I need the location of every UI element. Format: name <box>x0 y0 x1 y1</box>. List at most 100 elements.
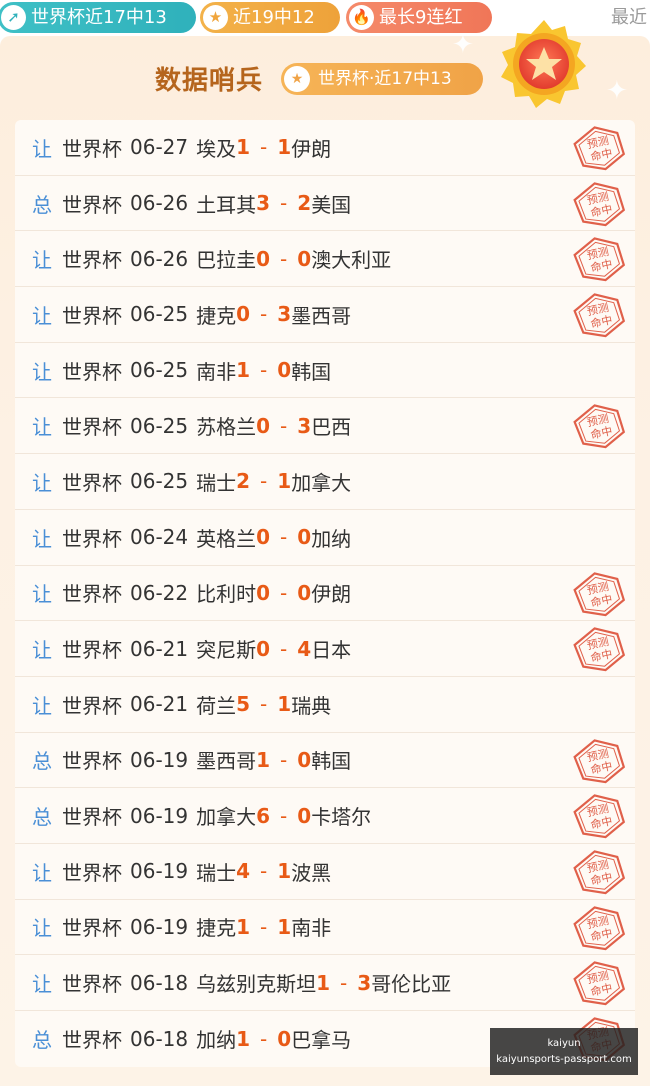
record-row[interactable]: 总世界杯 06-26 土耳其 3-2 美国 预测 命中 <box>15 176 635 232</box>
home-team: 巴拉圭 <box>196 248 257 273</box>
bet-type-label: 让 <box>32 693 52 718</box>
away-team: 波黑 <box>291 860 332 885</box>
away-score: 0 <box>297 525 312 550</box>
record-row[interactable]: 让世界杯 06-19 捷克 1-1 南非 预测 命中 <box>15 900 635 956</box>
match-date: 06-21 <box>130 692 189 717</box>
away-score: 0 <box>297 803 312 828</box>
prediction-hit-stamp: 预测命中 <box>573 794 625 839</box>
record-row[interactable]: 让世界杯 06-25 苏格兰 0-3 巴西 预测 命中 <box>15 398 635 455</box>
away-score: 1 <box>277 692 292 717</box>
home-team: 捷克 <box>196 916 237 941</box>
match-date: 06-22 <box>130 580 189 605</box>
prediction-hit-stamp: 预测命中 <box>573 181 625 226</box>
competition-label: 世界杯 <box>62 693 122 718</box>
star-icon: ★ <box>284 66 310 92</box>
worldcup-record-pill[interactable]: ➚ 世界杯近17中13 <box>0 2 196 33</box>
score-separator: - <box>260 914 268 939</box>
record-row[interactable]: 总世界杯 06-19 加拿大 6-0 卡塔尔 预测 命中 <box>15 788 635 844</box>
match-date: 06-21 <box>130 636 189 661</box>
prediction-record-list: 让世界杯 06-27 埃及 1-1 伊朗 预测 命中总世界杯 06-26 土耳其 3-2 美国 预测命… <box>15 120 635 1067</box>
worldcup-record-label: 世界杯近17中13 <box>31 7 167 28</box>
score-separator: - <box>260 1026 268 1051</box>
home-team: 南非 <box>196 359 237 384</box>
recent-record-pill[interactable]: ★ 近19中12 <box>200 2 340 33</box>
away-score: 4 <box>297 636 312 661</box>
home-team: 墨西哥 <box>196 749 257 774</box>
competition-label: 世界杯 <box>62 415 122 440</box>
bet-type-label: 让 <box>32 860 52 885</box>
competition-label: 世界杯 <box>62 582 122 607</box>
record-row[interactable]: 让世界杯 06-24 英格兰 0-0 加纳 <box>15 510 635 566</box>
bet-type-label: 总 <box>32 805 52 830</box>
score-separator: - <box>280 636 288 661</box>
home-score: 0 <box>256 413 271 438</box>
home-score: 0 <box>256 580 271 605</box>
score-separator: - <box>280 803 288 828</box>
home-team: 捷克 <box>196 303 237 328</box>
home-score: 1 <box>256 747 271 772</box>
home-score: 0 <box>256 525 271 550</box>
prediction-hit-stamp: 预测命中 <box>573 738 625 783</box>
away-score: 0 <box>277 358 292 383</box>
away-score: 1 <box>277 469 292 494</box>
record-row[interactable]: 让世界杯 06-27 埃及 1-1 伊朗 预测 命中 <box>15 120 635 176</box>
away-score: 0 <box>297 747 312 772</box>
prediction-hit-stamp: 预测命中 <box>573 961 625 1006</box>
record-row[interactable]: 让世界杯 06-26 巴拉圭 0-0 澳大利亚 预测 命中 <box>15 231 635 288</box>
away-team: 伊朗 <box>291 136 332 161</box>
home-score: 5 <box>236 692 251 717</box>
prediction-hit-stamp: 预测命中 <box>573 905 625 950</box>
match-date: 06-24 <box>130 525 189 550</box>
score-separator: - <box>260 692 268 717</box>
sparkle-icon: ✦ <box>606 76 628 106</box>
home-team: 英格兰 <box>196 526 257 551</box>
match-date: 06-19 <box>130 914 189 939</box>
record-row[interactable]: 让世界杯 06-25 捷克 0-3 墨西哥 预测 命中 <box>15 287 635 343</box>
record-row[interactable]: 让世界杯 06-22 比利时 0-0 伊朗 预测 命中 <box>15 566 635 622</box>
away-score: 1 <box>277 914 292 939</box>
home-score: 2 <box>236 469 251 494</box>
score-separator: - <box>280 580 288 605</box>
match-date: 06-19 <box>130 747 189 772</box>
bet-type-label: 让 <box>32 415 52 440</box>
record-row[interactable]: 让世界杯 06-18 乌兹别克斯坦 1-3 哥伦比亚 预测 命中 <box>15 955 635 1011</box>
card-title: 数据哨兵 <box>155 66 264 96</box>
away-team: 巴拿马 <box>291 1028 352 1053</box>
recent-record-label: 近19中12 <box>233 7 315 28</box>
medal-icon <box>501 20 586 108</box>
prediction-hit-stamp: 预测命中 <box>573 404 625 449</box>
home-team: 荷兰 <box>196 693 237 718</box>
bet-type-label: 让 <box>32 582 52 607</box>
away-score: 3 <box>357 970 372 995</box>
home-team: 突尼斯 <box>196 638 257 663</box>
away-team: 巴西 <box>311 415 352 440</box>
record-row[interactable]: 总世界杯 06-19 墨西哥 1-0 韩国 预测 命中 <box>15 733 635 789</box>
home-team: 比利时 <box>196 582 257 607</box>
bet-type-label: 让 <box>32 303 52 328</box>
record-row[interactable]: 让世界杯 06-21 突尼斯 0-4 日本 预测 命中 <box>15 621 635 677</box>
away-score: 0 <box>297 246 312 271</box>
recent-tab[interactable]: 最近 <box>611 2 647 33</box>
sparkle-icon: ✦ <box>452 30 474 60</box>
prediction-hit-stamp: 预测命中 <box>573 126 625 171</box>
score-separator: - <box>280 747 288 772</box>
match-date: 06-25 <box>130 302 189 327</box>
home-team: 土耳其 <box>196 192 257 217</box>
record-row[interactable]: 让世界杯 06-25 瑞士 2-1 加拿大 <box>15 454 635 510</box>
competition-label: 世界杯 <box>62 916 122 941</box>
away-score: 0 <box>297 580 312 605</box>
flame-icon: 🔥 <box>349 5 374 30</box>
record-row[interactable]: 让世界杯 06-19 瑞士 4-1 波黑 预测 命中 <box>15 844 635 900</box>
bet-type-label: 让 <box>32 972 52 997</box>
competition-label: 世界杯 <box>62 192 122 217</box>
away-team: 加纳 <box>311 526 352 551</box>
title-record-badge: ★ 世界杯·近17中13 <box>281 63 483 95</box>
match-date: 06-19 <box>130 859 189 884</box>
competition-label: 世界杯 <box>62 359 122 384</box>
record-row[interactable]: 让世界杯 06-21 荷兰 5-1 瑞典 <box>15 677 635 733</box>
star-icon: ★ <box>203 5 228 30</box>
score-separator: - <box>340 970 348 995</box>
record-row[interactable]: 让世界杯 06-25 南非 1-0 韩国 <box>15 343 635 399</box>
bet-type-label: 总 <box>32 749 52 774</box>
streak-pill[interactable]: 🔥 最长9连红 <box>346 2 492 33</box>
